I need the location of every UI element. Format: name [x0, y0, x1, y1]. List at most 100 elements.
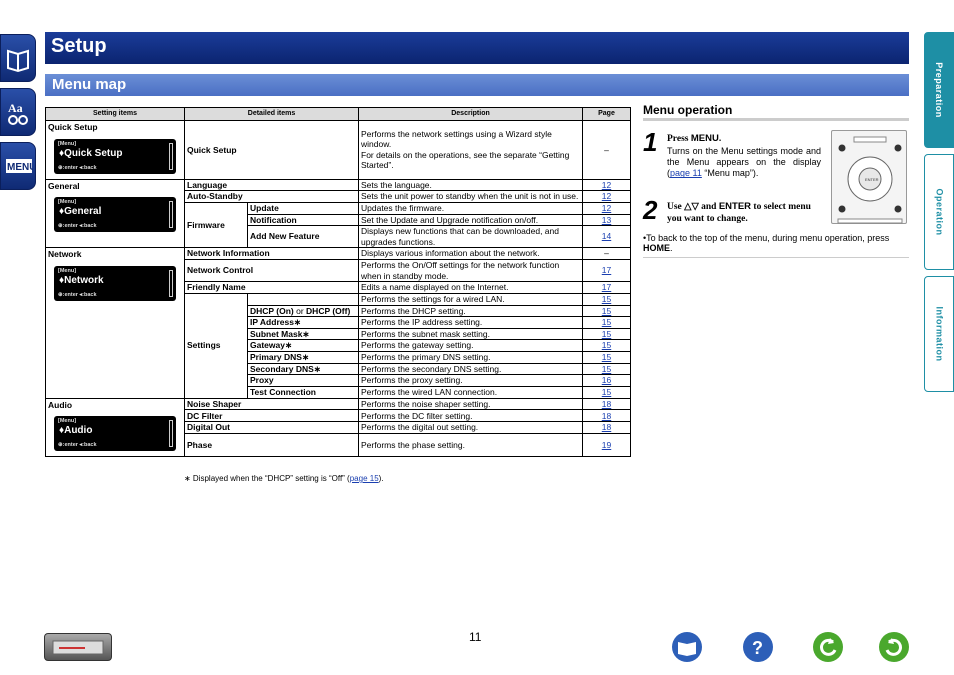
- description: Performs the IP address setting.: [358, 316, 583, 329]
- step-1-text: Press MENU. Turns on the Menu settings m…: [667, 133, 821, 179]
- description: Edits a name displayed on the Internet.: [358, 281, 583, 294]
- description: Set the Update and Upgrade notification …: [358, 213, 583, 227]
- description: Performs the proxy setting.: [358, 374, 583, 387]
- page-link[interactable]: 15: [602, 329, 611, 339]
- forward-button[interactable]: [879, 632, 909, 662]
- col-header: Setting items: [45, 107, 185, 121]
- page-link[interactable]: 18: [602, 399, 611, 409]
- page-link[interactable]: 13: [602, 215, 611, 225]
- contents-nav-button[interactable]: [0, 34, 36, 82]
- page-title: Setup: [45, 32, 909, 64]
- contents-button[interactable]: [672, 632, 702, 662]
- page-link[interactable]: 17: [602, 282, 611, 292]
- page-link[interactable]: 12: [602, 191, 611, 201]
- svg-text:Aa: Aa: [8, 101, 23, 115]
- page-link[interactable]: 18: [602, 411, 611, 421]
- sub-item: Add New Feature: [247, 225, 359, 249]
- book-icon: [7, 49, 29, 73]
- description: Performs the subnet mask setting.: [358, 327, 583, 341]
- menu-screen: [Menu] ♦Audio ⊕:enter ◂:back: [54, 416, 176, 452]
- section-title: Menu map: [45, 74, 909, 96]
- menu-screen: [Menu] ♦Quick Setup ⊕:enter ◂:back: [54, 138, 176, 174]
- detail-item: Network Control: [184, 258, 359, 283]
- description: Performs the DHCP setting.: [358, 304, 583, 318]
- page-link[interactable]: 15: [602, 387, 611, 397]
- description: Displays various information about the n…: [358, 247, 583, 260]
- description: Performs the digital out setting.: [358, 421, 583, 435]
- page-link[interactable]: 18: [602, 422, 611, 432]
- detail-item: Auto-Standby: [184, 190, 359, 203]
- detail-item: Firmware: [184, 201, 248, 249]
- svg-text:ENTER: ENTER: [865, 177, 879, 182]
- step-2-text: Use △▽ and ENTER to select menu you want…: [667, 201, 811, 224]
- back-button[interactable]: [813, 632, 843, 662]
- tab-information[interactable]: Information: [924, 276, 954, 392]
- description: Performs the DC filter setting.: [358, 409, 583, 423]
- index-nav-button[interactable]: Aa: [0, 88, 36, 136]
- page-link[interactable]: 15: [602, 352, 611, 362]
- page-link[interactable]: 15: [602, 294, 611, 304]
- description: Performs the phase setting.: [358, 433, 583, 458]
- tab-preparation[interactable]: Preparation: [924, 32, 954, 148]
- detail-item: Language: [184, 178, 359, 192]
- help-button[interactable]: ?: [743, 632, 773, 662]
- page-link[interactable]: 15: [602, 340, 611, 350]
- book-icon: [678, 642, 696, 656]
- page-link[interactable]: 19: [602, 440, 611, 450]
- page-link[interactable]: 14: [602, 231, 611, 241]
- device-icon: [52, 640, 104, 655]
- sub-item: Primary DNS∗: [247, 351, 359, 364]
- setting-item-audio: Audio [Menu] ♦Audio ⊕:enter ◂:back: [45, 397, 185, 458]
- detail-item: Settings: [184, 292, 248, 399]
- page-link[interactable]: 17: [602, 265, 611, 275]
- sub-item: Test Connection: [247, 385, 359, 399]
- detail-item: Quick Setup: [184, 120, 359, 180]
- menu-icon: MENU: [6, 159, 33, 173]
- tab-operation[interactable]: Operation: [924, 154, 954, 270]
- aa-icon: Aa: [8, 101, 28, 125]
- description: Displays new functions that can be downl…: [358, 225, 583, 249]
- page-number: 11: [469, 630, 482, 644]
- forward-icon: [885, 638, 902, 656]
- description: Performs the network settings using a Wi…: [358, 120, 583, 180]
- sub-item: Gateway∗: [247, 339, 359, 352]
- description: Performs the gateway setting.: [358, 339, 583, 352]
- description: Performs the wired LAN connection.: [358, 385, 583, 399]
- player-thumbnail[interactable]: [44, 633, 112, 661]
- footnote: ∗ Displayed when the “DHCP” setting is “…: [184, 474, 384, 483]
- description: Performs the settings for a wired LAN.: [358, 292, 583, 306]
- page-link[interactable]: page 15: [350, 474, 379, 483]
- section-title: Menu operation: [643, 103, 909, 121]
- setting-item-network: Network [Menu] ♦Network ⊕:enter ◂:back: [45, 247, 185, 399]
- col-header: Description: [358, 107, 583, 121]
- detail-item: Phase: [184, 433, 359, 458]
- col-header: Page: [582, 107, 631, 121]
- description: Updates the firmware.: [358, 201, 583, 215]
- remote-illustration: ENTER: [831, 130, 907, 224]
- detail-item: Network Information: [184, 247, 359, 260]
- detail-item: DC Filter: [184, 409, 359, 423]
- step-number: 1: [643, 127, 658, 157]
- page-link[interactable]: 12: [602, 203, 611, 213]
- menu-nav-button[interactable]: MENU: [0, 142, 36, 190]
- page-link[interactable]: 12: [602, 180, 611, 190]
- page-link[interactable]: 16: [602, 375, 611, 385]
- detail-item: Digital Out: [184, 421, 359, 435]
- svg-text:?: ?: [752, 638, 763, 658]
- description: Performs the noise shaper setting.: [358, 397, 583, 411]
- description: Sets the unit power to standby when the …: [358, 190, 583, 203]
- page-link[interactable]: 15: [602, 317, 611, 327]
- menu-operation-panel: Menu operation 1 Press MENU. Turns on th…: [643, 103, 909, 263]
- page-link[interactable]: page 11: [670, 168, 702, 178]
- menu-screen: [Menu] ♦General ⊕:enter ◂:back: [54, 197, 176, 233]
- sub-item: DHCP (On) or DHCP (Off): [247, 304, 359, 318]
- sub-item: Proxy: [247, 374, 359, 387]
- sub-item: Notification: [247, 213, 359, 227]
- detail-item: Friendly Name: [184, 281, 359, 294]
- page-link[interactable]: 15: [602, 306, 611, 316]
- page-link[interactable]: 15: [602, 364, 611, 374]
- back-icon: [820, 638, 837, 656]
- description: Performs the primary DNS setting.: [358, 351, 583, 364]
- description: Performs the On/Off settings for the net…: [358, 258, 583, 283]
- description: Performs the secondary DNS setting.: [358, 362, 583, 376]
